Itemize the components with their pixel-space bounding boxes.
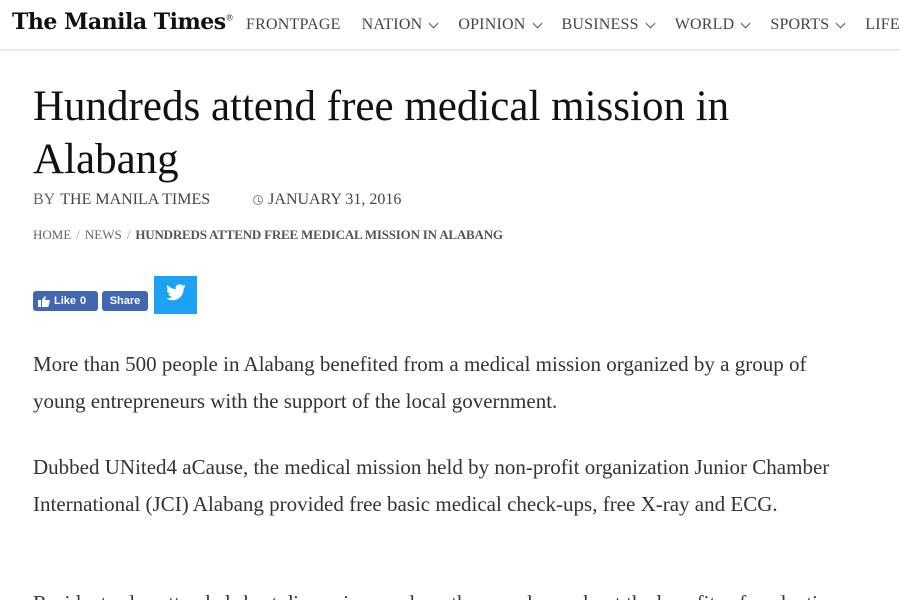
article-headline: Hundreds attend free medical mission in … <box>33 83 730 183</box>
facebook-share-button[interactable]: Share <box>102 291 148 311</box>
chevron-down-icon <box>835 18 846 28</box>
byline-prefix: BY <box>33 191 56 208</box>
date-text: JANUARY 31, 2016 <box>268 191 402 208</box>
chevron-down-icon <box>740 18 751 28</box>
share-label: Share <box>109 295 141 307</box>
nav-item-label: LIFE <box>865 16 900 33</box>
breadcrumb-current: HUNDREDS ATTEND FREE MEDICAL MISSION IN … <box>135 227 503 242</box>
thumbs-up-icon <box>38 295 50 307</box>
chevron-down-icon <box>428 18 439 28</box>
nav-item-label: FRONTPAGE <box>246 16 341 33</box>
clock-icon <box>253 195 264 205</box>
nav-item-sports[interactable]: SPORTS <box>770 16 846 34</box>
like-label: Like <box>54 295 77 307</box>
article-paragraph: Dubbed UNited4 aCause, the medical missi… <box>33 455 830 516</box>
facebook-like-button[interactable]: Like 0 <box>33 291 98 311</box>
site-logo-text: The Manila Times <box>12 9 226 35</box>
nav-item-life[interactable]: LIFE <box>865 16 900 34</box>
chevron-down-icon <box>645 18 656 28</box>
breadcrumb-separator: / <box>126 227 131 242</box>
breadcrumb-home[interactable]: HOME <box>33 227 71 243</box>
nav-item-opinion[interactable]: OPINION <box>458 16 542 34</box>
breadcrumb: HOME / NEWS / HUNDREDS ATTEND FREE MEDIC… <box>33 227 503 243</box>
article-paragraph: More than 500 people in Alabang benefite… <box>33 352 807 413</box>
nav-item-frontpage[interactable]: FRONTPAGE <box>246 16 341 34</box>
article-meta: BY THE MANILA TIMES JANUARY 31, 2016 <box>33 191 401 209</box>
site-logo[interactable]: The Manila Times® <box>12 9 234 35</box>
article-paragraph: Residents also attended short discussion… <box>33 585 863 600</box>
author-link[interactable]: THE MANILA TIMES <box>60 191 210 209</box>
main-nav: FRONTPAGE NATION OPINION BUSINESS WORLD … <box>246 0 900 49</box>
nav-item-business[interactable]: BUSINESS <box>561 16 656 34</box>
twitter-share-button[interactable] <box>154 276 197 314</box>
nav-item-label: OPINION <box>458 16 526 33</box>
article-date: JANUARY 31, 2016 <box>253 191 401 209</box>
nav-item-label: BUSINESS <box>561 16 639 33</box>
nav-item-label: WORLD <box>674 16 735 33</box>
registered-mark: ® <box>225 13 234 23</box>
twitter-bird-icon <box>165 284 186 306</box>
like-count: 0 <box>80 295 87 307</box>
breadcrumb-news[interactable]: NEWS <box>85 227 122 243</box>
nav-item-label: NATION <box>361 16 423 33</box>
nav-item-nation[interactable]: NATION <box>361 16 439 34</box>
share-buttons: Like 0 Share <box>33 276 197 314</box>
site-header: The Manila Times® FRONTPAGE NATION OPINI… <box>0 0 900 50</box>
breadcrumb-separator: / <box>76 227 80 242</box>
nav-item-label: SPORTS <box>770 16 830 33</box>
chevron-down-icon <box>532 18 542 28</box>
nav-item-world[interactable]: WORLD <box>674 16 751 34</box>
